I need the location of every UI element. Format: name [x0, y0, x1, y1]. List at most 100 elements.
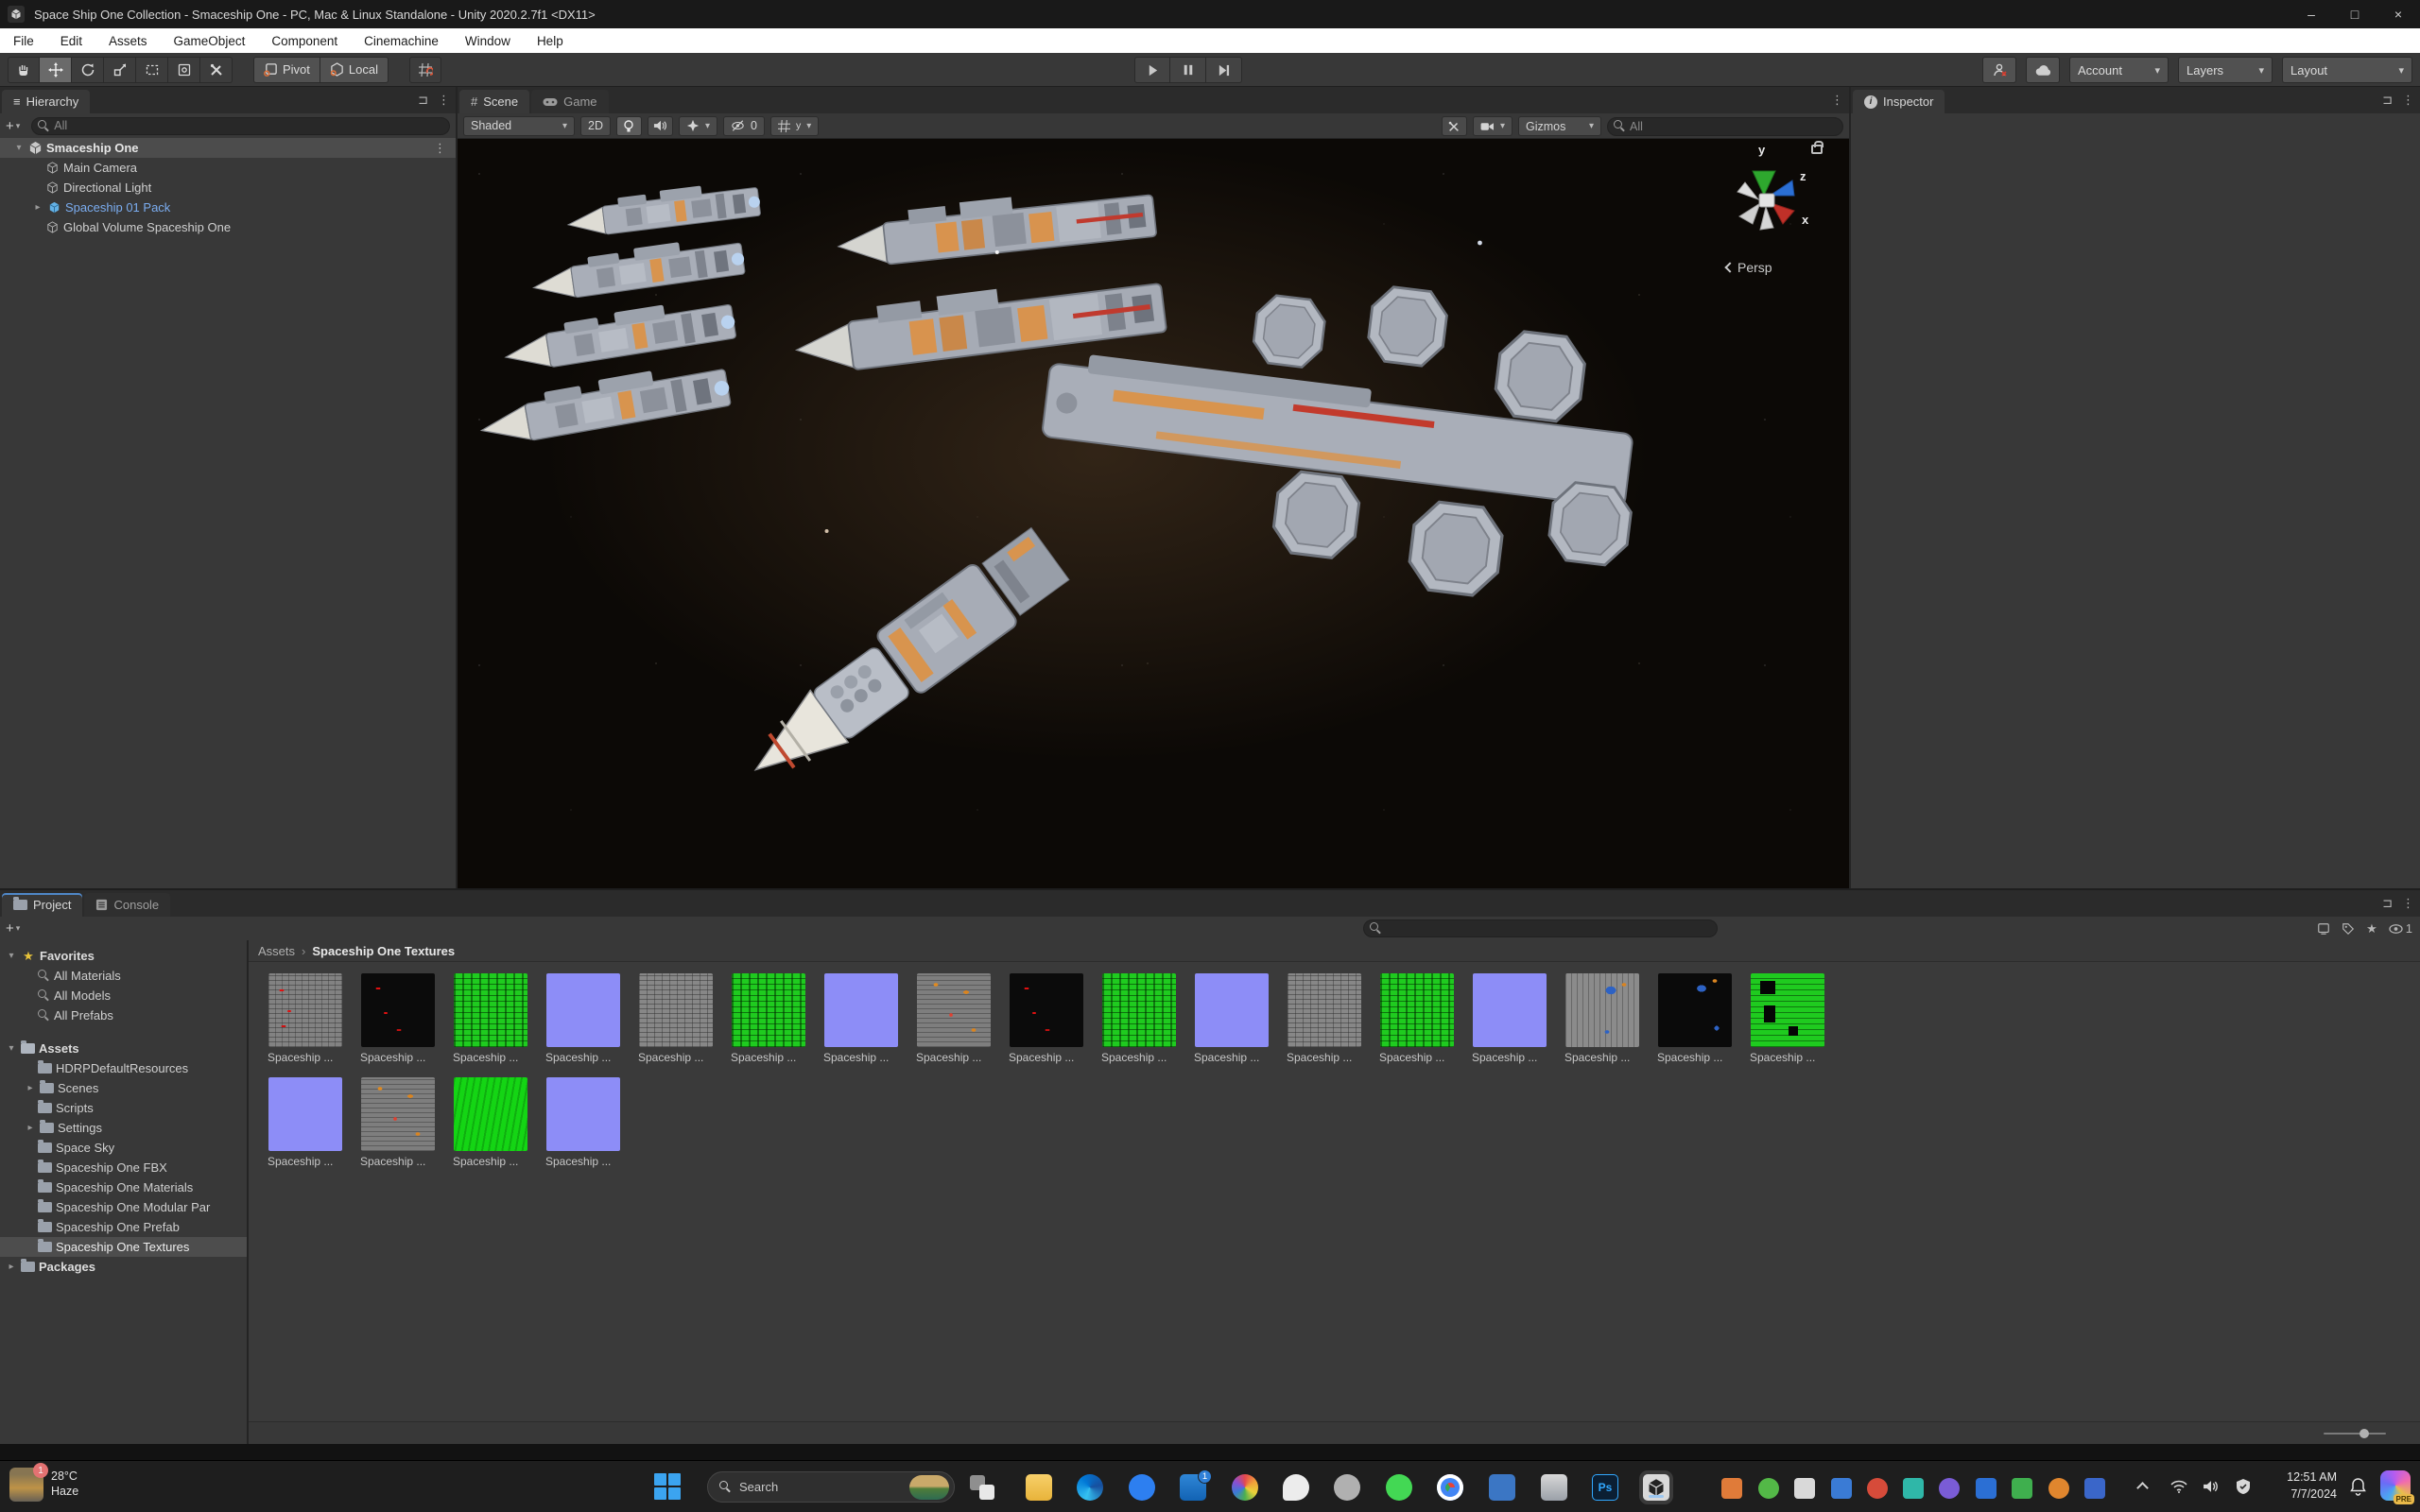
hierarchy-item-directional-light[interactable]: Directional Light	[0, 178, 456, 198]
folder-hdrp[interactable]: HDRPDefaultResources	[0, 1058, 247, 1078]
folder-prefab[interactable]: Spaceship One Prefab	[0, 1217, 247, 1237]
rect-tool-button[interactable]	[136, 56, 168, 83]
scene-camera-dropdown[interactable]: ▾	[1472, 116, 1512, 136]
network-icon[interactable]	[2170, 1480, 2187, 1493]
tray-app-4-icon[interactable]	[1831, 1478, 1852, 1499]
hierarchy-item-global-volume[interactable]: Global Volume Spaceship One	[0, 217, 456, 237]
favorite-all-materials[interactable]: All Materials	[0, 966, 247, 986]
more-menu-icon[interactable]: ⋮	[434, 141, 446, 156]
hierarchy-item-main-camera[interactable]: Main Camera	[0, 158, 456, 178]
foldout-open-icon[interactable]: ▾	[6, 951, 17, 961]
texture-asset[interactable]: Spaceship ...	[360, 1077, 436, 1168]
project-search[interactable]	[1363, 919, 1718, 937]
texture-asset[interactable]: Spaceship ...	[360, 973, 436, 1064]
scene-search[interactable]	[1607, 116, 1843, 136]
hierarchy-search[interactable]	[31, 116, 450, 135]
cloud-button[interactable]	[2026, 57, 2060, 83]
texture-asset[interactable]: Spaceship ...	[638, 973, 714, 1064]
tray-app-6-icon[interactable]	[1903, 1478, 1924, 1499]
foldout-closed-icon[interactable]: ▸	[6, 1262, 17, 1272]
texture-asset[interactable]: Spaceship ...	[1657, 973, 1733, 1064]
axis-y-label[interactable]: y	[1758, 143, 1765, 157]
menu-assets[interactable]: Assets	[95, 28, 161, 53]
hierarchy-create-button[interactable]: + ▾	[6, 118, 20, 134]
maps-app-icon[interactable]	[1283, 1474, 1309, 1501]
texture-asset[interactable]: Spaceship ...	[1472, 973, 1547, 1064]
pause-button[interactable]	[1170, 57, 1206, 83]
mail-app-icon[interactable]: 1	[1180, 1469, 1212, 1501]
folder-space-sky[interactable]: Space Sky	[0, 1138, 247, 1158]
photoshop-icon[interactable]: Ps	[1592, 1474, 1618, 1501]
folders-app-icon[interactable]	[1541, 1474, 1567, 1501]
menu-cinemachine[interactable]: Cinemachine	[351, 28, 452, 53]
move-tool-button[interactable]	[40, 56, 72, 83]
texture-asset[interactable]: Spaceship ...	[1101, 973, 1177, 1064]
foldout-closed-icon[interactable]: ▸	[32, 202, 43, 213]
notification-bell-icon[interactable]	[2349, 1477, 2367, 1496]
thumbnail-zoom-slider[interactable]	[2324, 1429, 2386, 1438]
folder-materials[interactable]: Spaceship One Materials	[0, 1177, 247, 1197]
foldout-closed-icon[interactable]: ▸	[25, 1083, 36, 1093]
tab-hierarchy[interactable]: ≡ Hierarchy	[2, 90, 91, 113]
volume-icon[interactable]	[2203, 1479, 2219, 1494]
folder-scripts[interactable]: Scripts	[0, 1098, 247, 1118]
rotate-tool-button[interactable]	[72, 56, 104, 83]
tray-app-9-icon[interactable]	[2012, 1478, 2032, 1499]
texture-asset[interactable]: Spaceship ...	[453, 1077, 528, 1168]
texture-asset[interactable]: Spaceship ...	[823, 973, 899, 1064]
texture-asset[interactable]: Spaceship ...	[453, 973, 528, 1064]
texture-asset[interactable]: Spaceship ...	[545, 1077, 621, 1168]
texture-asset[interactable]: Spaceship ...	[1750, 973, 1825, 1064]
texture-asset[interactable]: Spaceship ...	[731, 973, 806, 1064]
grid-snap-button[interactable]	[408, 56, 441, 83]
more-menu-icon[interactable]: ⋮	[438, 93, 450, 108]
folder-scenes[interactable]: ▸ Scenes	[0, 1078, 247, 1098]
favorite-search-icon[interactable]: ★	[2366, 921, 2377, 936]
minimize-button[interactable]: –	[2290, 0, 2333, 28]
transform-tool-button[interactable]	[168, 56, 200, 83]
menu-help[interactable]: Help	[524, 28, 577, 53]
tray-app-1-icon[interactable]	[1721, 1478, 1742, 1499]
project-create-button[interactable]: + ▾	[6, 920, 20, 936]
tray-app-10-icon[interactable]	[2048, 1478, 2069, 1499]
packages-root[interactable]: ▸ Packages	[0, 1257, 247, 1277]
texture-asset[interactable]: Spaceship ...	[1287, 973, 1362, 1064]
tray-app-2-icon[interactable]	[1758, 1478, 1779, 1499]
texture-asset[interactable]: Spaceship ...	[545, 973, 621, 1064]
collab-button[interactable]	[1982, 57, 2016, 83]
folder-modular-parts[interactable]: Spaceship One Modular Par	[0, 1197, 247, 1217]
tab-console[interactable]: Console	[84, 893, 171, 917]
tab-project[interactable]: Project	[2, 893, 83, 917]
start-button[interactable]	[654, 1473, 683, 1502]
texture-asset[interactable]: Spaceship ...	[1009, 973, 1084, 1064]
chat-app-icon[interactable]	[1129, 1474, 1155, 1501]
foldout-open-icon[interactable]: ▾	[13, 143, 25, 153]
texture-asset[interactable]: Spaceship ...	[916, 973, 992, 1064]
hierarchy-item-spaceship-pack[interactable]: ▸ Spaceship 01 Pack	[0, 198, 456, 217]
pivot-toggle-button[interactable]: Pivot	[253, 56, 320, 83]
more-menu-icon[interactable]: ⋮	[1831, 93, 1843, 108]
foldout-open-icon[interactable]: ▾	[6, 1043, 17, 1054]
favorite-all-prefabs[interactable]: All Prefabs	[0, 1005, 247, 1025]
menu-component[interactable]: Component	[258, 28, 351, 53]
assets-root[interactable]: ▾ Assets	[0, 1039, 247, 1058]
play-button[interactable]	[1134, 57, 1170, 83]
gray-app-icon[interactable]	[1334, 1474, 1360, 1501]
scene-viewport[interactable]: y z x Persp	[458, 139, 1849, 888]
gizmo-lock-icon[interactable]	[1811, 141, 1824, 154]
favorites-root[interactable]: ▾ ★ Favorites	[0, 946, 247, 966]
effects-dropdown[interactable]: ▾	[678, 115, 718, 136]
whatsapp-icon[interactable]	[1386, 1474, 1412, 1501]
search-by-type-icon[interactable]	[2317, 922, 2330, 936]
maximize-button[interactable]: □	[2333, 0, 2377, 28]
menu-file[interactable]: File	[0, 28, 47, 53]
tray-app-8-icon[interactable]	[1976, 1478, 1996, 1499]
hierarchy-scene-row[interactable]: ▾ Smaceship One ⋮	[0, 138, 456, 158]
2d-toggle-button[interactable]: 2D	[580, 115, 611, 136]
unity-taskbar-icon[interactable]	[1643, 1474, 1669, 1501]
weather-widget[interactable]: 1 28°C Haze	[9, 1463, 78, 1502]
project-search-input[interactable]	[1386, 921, 1711, 936]
texture-asset[interactable]: Spaceship ...	[268, 973, 343, 1064]
hand-tool-button[interactable]	[8, 56, 40, 83]
more-menu-icon[interactable]: ⋮	[2402, 896, 2414, 911]
